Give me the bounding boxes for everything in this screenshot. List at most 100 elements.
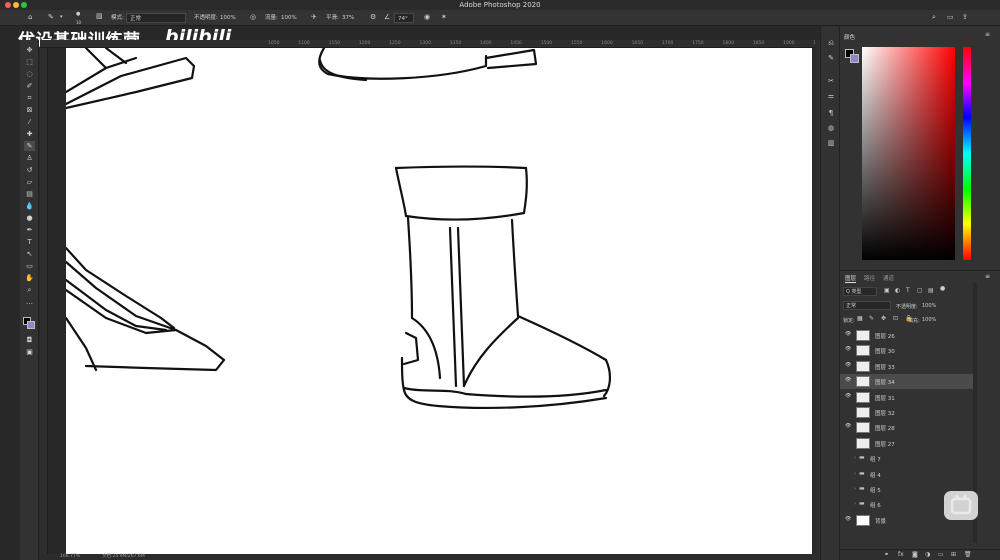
shape-tool-icon[interactable]: ▭ bbox=[24, 261, 35, 271]
filter-shape-icon[interactable]: ▢ bbox=[917, 288, 923, 294]
new-layer-icon[interactable]: ⊞ bbox=[951, 551, 956, 558]
visibility-eye-icon[interactable]: 👁 bbox=[845, 423, 851, 429]
search-icon[interactable]: ⌕ bbox=[932, 14, 936, 21]
marquee-tool-icon[interactable]: ⬚ bbox=[24, 57, 35, 67]
filter-toggle-icon[interactable]: ● bbox=[940, 286, 945, 292]
chevron-down-icon[interactable]: ▾ bbox=[60, 15, 63, 20]
screen-mode-icon[interactable]: ▣ bbox=[24, 347, 35, 357]
airbrush-icon[interactable]: ✈ bbox=[311, 14, 317, 21]
stamp-tool-icon[interactable]: ♙ bbox=[24, 153, 35, 163]
tab-channels[interactable]: 通道 bbox=[883, 274, 894, 282]
filter-adjust-icon[interactable]: ◐ bbox=[895, 288, 900, 294]
move-tool-icon[interactable]: ✥ bbox=[24, 45, 35, 55]
paragraph-icon[interactable]: ¶ bbox=[826, 108, 836, 118]
tab-color[interactable]: 颜色 bbox=[844, 33, 855, 41]
frame-tool-icon[interactable]: ⊠ bbox=[24, 105, 35, 115]
smoothing-value[interactable]: 37% bbox=[342, 14, 354, 22]
layer-opacity-value[interactable]: 100% bbox=[922, 303, 936, 309]
lock-position-icon[interactable]: ✥ bbox=[881, 316, 886, 322]
filter-smart-icon[interactable]: ▤ bbox=[928, 288, 934, 294]
background-color-swatch[interactable] bbox=[27, 321, 35, 329]
layer-row[interactable]: 👁 图层 28 bbox=[840, 420, 974, 435]
zoom-tool-icon[interactable]: ⌕ bbox=[24, 285, 35, 295]
healing-tool-icon[interactable]: ✚ bbox=[24, 129, 35, 139]
lasso-tool-icon[interactable]: ◌ bbox=[24, 69, 35, 79]
lock-transparency-icon[interactable]: ▦ bbox=[857, 316, 863, 322]
delete-layer-icon[interactable]: 🗑 bbox=[964, 551, 972, 558]
tab-layers[interactable]: 图层 bbox=[845, 274, 857, 283]
path-select-icon[interactable]: ↖ bbox=[24, 249, 35, 259]
lock-pixels-icon[interactable]: ✎ bbox=[869, 316, 874, 322]
layer-row[interactable]: › ▬ 组 7 bbox=[840, 451, 974, 466]
blend-mode-select[interactable]: 正常 bbox=[843, 301, 891, 310]
new-group-icon[interactable]: ▭ bbox=[938, 551, 944, 558]
expand-arrow-icon[interactable]: › bbox=[854, 501, 856, 507]
layers-menu-icon[interactable]: ≡ bbox=[985, 273, 990, 280]
blur-tool-icon[interactable]: 💧 bbox=[24, 201, 35, 211]
adjust-icon[interactable]: ✂ bbox=[826, 76, 836, 86]
lock-artboard-icon[interactable]: ⊡ bbox=[893, 316, 898, 322]
brush-tool-icon[interactable]: ✎ bbox=[48, 14, 54, 21]
angle-icon[interactable]: ∠ bbox=[384, 14, 390, 21]
layer-row[interactable]: › ▬ 组 4 bbox=[840, 467, 974, 482]
visibility-eye-icon[interactable]: 👁 bbox=[845, 346, 851, 352]
brush-settings-icon[interactable]: ✎ bbox=[826, 53, 836, 63]
tab-paths[interactable]: 路径 bbox=[864, 274, 875, 282]
dodge-tool-icon[interactable]: ● bbox=[24, 213, 35, 223]
opacity-value[interactable]: 100% bbox=[220, 14, 236, 22]
layer-row[interactable]: 👁 图层 26 bbox=[840, 328, 974, 343]
eyedropper-tool-icon[interactable]: ⁄ bbox=[24, 117, 35, 127]
history-brush-icon[interactable]: ↺ bbox=[24, 165, 35, 175]
add-mask-icon[interactable]: ◙ bbox=[912, 551, 918, 558]
color-background-swatch[interactable] bbox=[850, 54, 859, 63]
layer-row[interactable]: 图层 32 bbox=[840, 405, 974, 420]
library-icon[interactable]: ▥ bbox=[826, 138, 836, 148]
layer-row[interactable]: 👁 图层 33 bbox=[840, 359, 974, 374]
visibility-eye-icon[interactable]: 👁 bbox=[845, 516, 851, 522]
pressure-opacity-icon[interactable]: ◎ bbox=[250, 14, 256, 21]
type-tool-icon[interactable]: T bbox=[24, 237, 35, 247]
share-icon[interactable]: ⇪ bbox=[962, 14, 968, 21]
properties-icon[interactable]: ⚌ bbox=[826, 91, 836, 101]
visibility-eye-icon[interactable]: 👁 bbox=[845, 362, 851, 368]
layer-row[interactable]: 👁 图层 30 bbox=[840, 343, 974, 358]
home-icon[interactable]: ⌂ bbox=[28, 14, 32, 21]
history-icon[interactable]: ⎌ bbox=[826, 38, 836, 48]
zoom-level[interactable]: 166.77% bbox=[60, 554, 80, 560]
brush-settings-icon[interactable]: ▧ bbox=[96, 13, 103, 20]
panel-menu-icon[interactable]: ≡ bbox=[985, 32, 990, 38]
quick-mask-icon[interactable]: ◘ bbox=[24, 335, 35, 345]
gear-icon[interactable]: ⚙ bbox=[370, 14, 376, 21]
layer-row[interactable]: 👁 图层 31 bbox=[840, 390, 974, 405]
layer-filter-select[interactable]: Q 类型 bbox=[843, 287, 877, 296]
brush-preset-icon[interactable]: ● bbox=[76, 12, 80, 17]
visibility-eye-icon[interactable]: 👁 bbox=[845, 331, 851, 337]
symmetry-icon[interactable]: ✶ bbox=[441, 14, 447, 21]
expand-arrow-icon[interactable]: › bbox=[854, 455, 856, 461]
flow-value[interactable]: 100% bbox=[281, 14, 297, 22]
link-layers-icon[interactable]: ⚭ bbox=[884, 551, 889, 558]
document-canvas[interactable] bbox=[64, 46, 812, 555]
pen-tool-icon[interactable]: ✒ bbox=[24, 225, 35, 235]
fill-value[interactable]: 100% bbox=[922, 317, 936, 323]
filter-type-icon[interactable]: T bbox=[906, 288, 910, 294]
expand-arrow-icon[interactable]: › bbox=[854, 486, 856, 492]
layer-row[interactable]: 👁 图层 34 bbox=[840, 374, 974, 390]
filter-pixel-icon[interactable]: ▣ bbox=[884, 288, 890, 294]
crop-tool-icon[interactable]: ⌗ bbox=[24, 93, 35, 103]
visibility-eye-icon[interactable]: 👁 bbox=[845, 393, 851, 399]
pressure-size-icon[interactable]: ◉ bbox=[424, 14, 430, 21]
more-tools-icon[interactable]: … bbox=[24, 297, 35, 307]
layer-row[interactable]: 图层 27 bbox=[840, 436, 974, 451]
workspace-icon[interactable]: ▭ bbox=[947, 14, 954, 21]
gradient-tool-icon[interactable]: ▤ bbox=[24, 189, 35, 199]
layer-style-icon[interactable]: fx bbox=[898, 551, 904, 558]
color-picker-field[interactable] bbox=[862, 47, 955, 260]
quick-select-tool-icon[interactable]: ✐ bbox=[24, 81, 35, 91]
visibility-eye-icon[interactable]: 👁 bbox=[845, 377, 851, 383]
expand-arrow-icon[interactable]: › bbox=[854, 471, 856, 477]
eraser-tool-icon[interactable]: ▱ bbox=[24, 177, 35, 187]
angle-input[interactable]: 74° bbox=[394, 13, 414, 23]
hue-slider[interactable] bbox=[963, 47, 971, 260]
brush-tool-icon[interactable]: ✎ bbox=[24, 141, 35, 151]
